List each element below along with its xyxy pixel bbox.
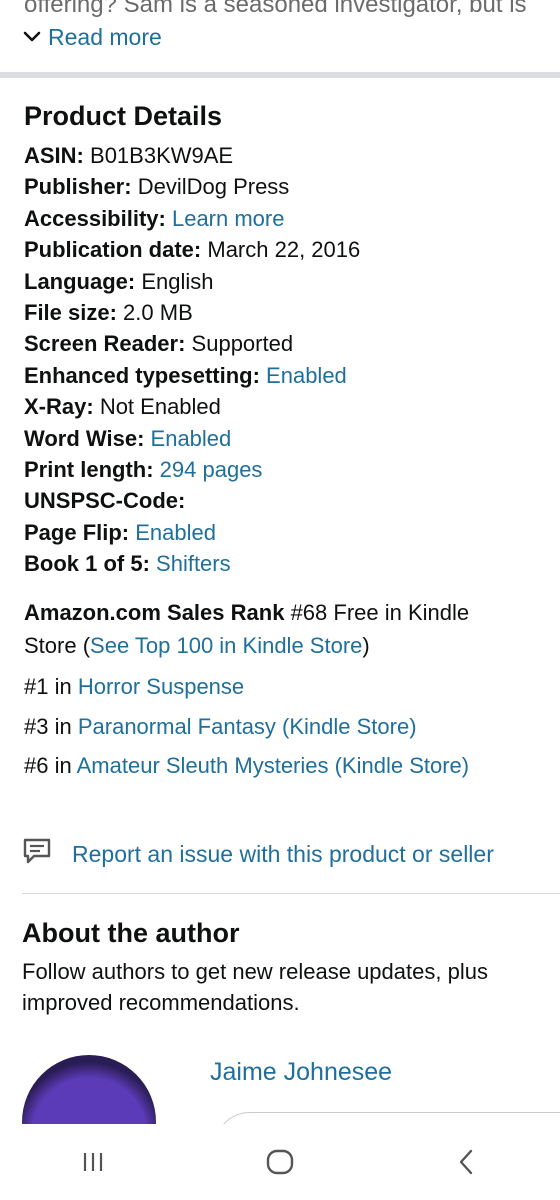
detail-label: UNSPSC-Code: bbox=[24, 488, 186, 514]
detail-row: Screen Reader: Supported bbox=[24, 328, 554, 359]
detail-row: Print length: 294 pages bbox=[24, 454, 554, 485]
category-rank-item: #1 in Horror Suspense bbox=[24, 670, 469, 710]
detail-label: File size: bbox=[24, 300, 117, 326]
sales-rank: Amazon.com Sales Rank #68 Free in Kindle… bbox=[24, 596, 554, 662]
detail-value: Supported bbox=[191, 331, 294, 357]
product-details-list: ASIN: B01B3KW9AE Publisher: DevilDog Pres… bbox=[24, 140, 554, 580]
back-icon[interactable] bbox=[437, 1132, 497, 1192]
detail-value-link[interactable]: Enabled bbox=[151, 426, 232, 451]
detail-value: Not Enabled bbox=[99, 394, 221, 420]
detail-label: ASIN: bbox=[24, 143, 84, 168]
detail-value-link[interactable]: Enabled bbox=[266, 363, 347, 388]
detail-row: Enhanced typesetting: Enabled bbox=[24, 360, 554, 391]
about-author-title: About the author bbox=[22, 918, 240, 948]
read-more-link[interactable]: Read more bbox=[22, 22, 162, 52]
description-snippet: offering? Sam is a seasoned investigator… bbox=[24, 0, 527, 18]
detail-label: Print length: bbox=[24, 457, 154, 483]
category-rank: #6 in bbox=[24, 753, 72, 778]
detail-row: Accessibility: Learn more bbox=[24, 203, 554, 234]
detail-row: Publisher: DevilDog Press bbox=[24, 171, 554, 202]
report-issue-label: Report an issue with this product or sel… bbox=[72, 840, 494, 867]
sales-rank-text2: Store ( bbox=[24, 633, 91, 658]
detail-label: Accessibility: bbox=[24, 205, 166, 231]
detail-value: DevilDog Press bbox=[137, 174, 290, 200]
detail-row: Book 1 of 5: Shifters bbox=[24, 548, 554, 579]
detail-row: UNSPSC-Code: bbox=[24, 485, 554, 516]
product-details-title: Product Details bbox=[24, 101, 223, 131]
detail-value: 2.0 MB bbox=[123, 300, 193, 326]
sales-rank-label: Amazon.com Sales Rank bbox=[24, 600, 285, 625]
sales-rank-close: ) bbox=[362, 633, 370, 658]
detail-row: ASIN: B01B3KW9AE bbox=[24, 140, 554, 171]
see-top-100-link[interactable]: See Top 100 in Kindle Store bbox=[90, 633, 362, 658]
category-rank-item: #6 in Amateur Sleuth Mysteries (Kindle S… bbox=[24, 749, 469, 789]
detail-label: Page Flip: bbox=[24, 519, 130, 545]
detail-label: Language: bbox=[24, 268, 136, 294]
sales-rank-text: #68 Free in Kindle bbox=[290, 600, 470, 625]
detail-row: Publication date: March 22, 2016 bbox=[24, 234, 554, 265]
category-link[interactable]: Paranormal Fantasy (Kindle Store) bbox=[78, 714, 417, 739]
detail-value: March 22, 2016 bbox=[207, 237, 361, 263]
about-author-text: Follow authors to get new release update… bbox=[22, 956, 560, 1018]
detail-row: Word Wise: Enabled bbox=[24, 423, 554, 454]
section-divider bbox=[0, 72, 560, 78]
detail-value-link[interactable]: 294 pages bbox=[160, 457, 263, 482]
detail-label: Publisher: bbox=[24, 174, 132, 200]
detail-value: English bbox=[141, 268, 214, 294]
detail-label: X-Ray: bbox=[24, 394, 94, 420]
detail-row: X-Ray: Not Enabled bbox=[24, 391, 554, 422]
detail-label: Enhanced typesetting: bbox=[24, 362, 260, 388]
product-page: offering? Sam is a seasoned investigator… bbox=[0, 0, 560, 1200]
category-rank: #3 in bbox=[24, 713, 72, 739]
detail-label: Publication date: bbox=[24, 237, 202, 263]
divider bbox=[22, 893, 560, 894]
about-author-line2: improved recommendations. bbox=[22, 990, 300, 1015]
category-link[interactable]: Horror Suspense bbox=[78, 674, 244, 699]
home-icon[interactable] bbox=[250, 1132, 310, 1192]
chevron-down-icon bbox=[22, 27, 42, 47]
author-name-link[interactable]: Jaime Johnesee bbox=[210, 1058, 392, 1087]
detail-label: Screen Reader: bbox=[24, 331, 186, 357]
detail-value: B01B3KW9AE bbox=[90, 143, 234, 168]
detail-value-link[interactable]: Shifters bbox=[156, 551, 231, 576]
detail-row: Page Flip: Enabled bbox=[24, 517, 554, 548]
detail-label: Word Wise: bbox=[24, 425, 145, 451]
report-issue-link[interactable]: Report an issue with this product or sel… bbox=[22, 836, 494, 872]
read-more-label: Read more bbox=[48, 24, 162, 50]
detail-label: Book 1 of 5: bbox=[24, 551, 150, 577]
recent-apps-icon[interactable] bbox=[63, 1132, 123, 1192]
detail-value-link[interactable]: Enabled bbox=[135, 520, 216, 545]
category-rank-list: #1 in Horror Suspense #3 in Paranormal Fa… bbox=[24, 670, 469, 789]
category-link[interactable]: Amateur Sleuth Mysteries (Kindle Store) bbox=[77, 753, 470, 778]
system-nav-bar bbox=[0, 1124, 560, 1200]
detail-row: Language: English bbox=[24, 266, 554, 297]
category-rank: #1 in bbox=[24, 674, 72, 699]
detail-row: File size: 2.0 MB bbox=[24, 297, 554, 328]
category-rank-item: #3 in Paranormal Fantasy (Kindle Store) bbox=[24, 710, 469, 750]
feedback-icon bbox=[22, 836, 52, 872]
detail-value-link[interactable]: Learn more bbox=[172, 206, 285, 231]
about-author-line1: Follow authors to get new release update… bbox=[22, 959, 488, 984]
